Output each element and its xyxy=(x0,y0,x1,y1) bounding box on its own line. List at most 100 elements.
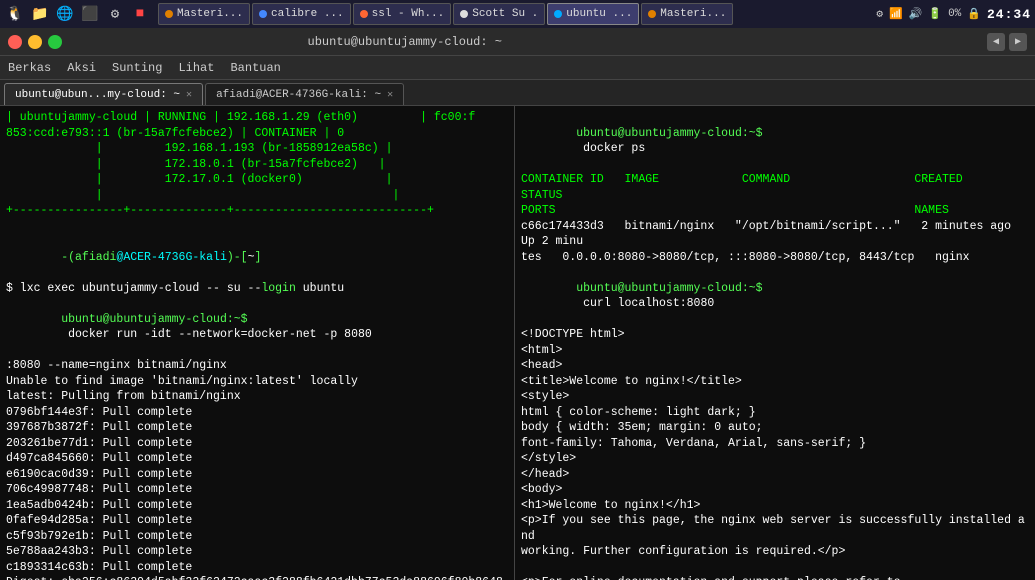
minimize-button[interactable] xyxy=(28,35,42,49)
next-button[interactable]: ▶ xyxy=(1009,33,1027,51)
left-line-latest: latest: Pulling from bitnami/nginx xyxy=(6,389,508,405)
taskbar-app-scott[interactable]: Scott Su . xyxy=(453,3,545,25)
tab-bar: ubuntu@ubun...my-cloud: ~ ✕ afiadi@ACER-… xyxy=(0,80,1035,106)
close-button[interactable] xyxy=(8,35,22,49)
menu-lihat[interactable]: Lihat xyxy=(178,61,214,75)
tab-ubuntu[interactable]: ubuntu@ubun...my-cloud: ~ ✕ xyxy=(4,83,203,105)
maximize-button[interactable] xyxy=(48,35,62,49)
right-doctype: <!DOCTYPE html> xyxy=(521,327,1029,343)
tab-ubuntu-label: ubuntu@ubun...my-cloud: ~ xyxy=(15,89,180,101)
red-icon[interactable]: ■ xyxy=(129,3,151,25)
left-line-pull-1: 0796bf144e3f: Pull complete xyxy=(6,405,508,421)
left-line-2: | 192.168.1.193 (br-1858912ea58c) | xyxy=(6,141,508,157)
right-style-open: <style> xyxy=(521,389,1029,405)
menu-bar: Berkas Aksi Sunting Lihat Bantuan xyxy=(0,56,1035,80)
bluetooth-icon: ⚙ xyxy=(876,7,883,21)
right-line-container2: tes 0.0.0.0:8080->8080/tcp, :::8080->808… xyxy=(521,250,1029,266)
settings-icon[interactable]: ⚙ xyxy=(104,3,126,25)
left-line-lxc: $ lxc exec ubuntujammy-cloud -- su --log… xyxy=(6,281,508,297)
prompt-kali-user: -(afiadi xyxy=(61,251,116,264)
right-line-header1: CONTAINER ID IMAGE COMMAND CREATED STATU… xyxy=(521,172,1029,203)
left-line-pull-6: 706c49987748: Pull complete xyxy=(6,482,508,498)
taskbar-app-ubuntu[interactable]: ubuntu ... xyxy=(547,3,639,25)
menu-sunting[interactable]: Sunting xyxy=(112,61,162,75)
left-line-7 xyxy=(6,219,508,235)
left-line-0: | ubuntujammy-cloud | RUNNING | 192.168.… xyxy=(6,110,508,126)
taskbar-app-masteri2[interactable]: Masteri... xyxy=(641,3,733,25)
left-line-pull-10: 5e788aa243b3: Pull complete xyxy=(6,544,508,560)
right-line-container1: c66c174433d3 bitnami/nginx "/opt/bitnami… xyxy=(521,219,1029,250)
left-line-pull-8: 0fafe94d285a: Pull complete xyxy=(6,513,508,529)
right-blank1 xyxy=(521,560,1029,576)
prev-button[interactable]: ◀ xyxy=(987,33,1005,51)
left-line-pull-2: 397687b3872f: Pull complete xyxy=(6,420,508,436)
taskbar-app-masteri1[interactable]: Masteri... xyxy=(158,3,250,25)
right-line-docker-ps: ubuntu@ubuntujammy-cloud:~$ docker ps xyxy=(521,110,1029,172)
prompt-kali-bracket: )-[ xyxy=(227,251,248,264)
lock-icon: 🔒 xyxy=(967,7,981,21)
left-line-6: +----------------+--------------+-------… xyxy=(6,203,508,219)
left-line-4: | 172.17.0.1 (docker0) | xyxy=(6,172,508,188)
right-prompt-1: ubuntu@ubuntujammy-cloud:~$ xyxy=(576,127,762,140)
terminal-icon[interactable]: ⬛ xyxy=(79,3,101,25)
prompt-kali-at: @ACER-4736G-kali xyxy=(116,251,226,264)
right-html-open: <html> xyxy=(521,343,1029,359)
taskbar-app-ssl[interactable]: ssl - Wh... xyxy=(353,3,452,25)
browser-icon[interactable]: 🌐 xyxy=(54,3,76,25)
left-line-1: 853:ccd:e793::1 (br-15a7fcfebce2) | CONT… xyxy=(6,126,508,142)
left-line-pull-7: 1ea5adb0424b: Pull complete xyxy=(6,498,508,514)
left-line-pull-9: c5f93b792e1b: Pull complete xyxy=(6,529,508,545)
left-line-3: | 172.18.0.1 (br-15a7fcfebce2) | xyxy=(6,157,508,173)
left-line-unable: Unable to find image 'bitnami/nginx:late… xyxy=(6,374,508,390)
right-line-curl-prompt: ubuntu@ubuntujammy-cloud:~$ curl localho… xyxy=(521,265,1029,327)
right-pane[interactable]: ubuntu@ubuntujammy-cloud:~$ docker ps CO… xyxy=(515,106,1035,580)
prompt-kali-close: ] xyxy=(254,251,261,264)
tab-ubuntu-close[interactable]: ✕ xyxy=(186,89,192,101)
taskbar-right: ⚙ 📶 🔊 🔋 0% 🔒 24:34 xyxy=(876,7,1031,22)
right-css3: font-family: Tahoma, Verdana, Arial, san… xyxy=(521,436,1029,452)
right-p2: <p>For online documentation and support … xyxy=(521,575,1029,580)
tab-afiadi[interactable]: afiadi@ACER-4736G-kali: ~ ✕ xyxy=(205,83,404,105)
taskbar-apps: Masteri... calibre ... ssl - Wh... Scott… xyxy=(158,3,733,25)
network-icon: 📶 xyxy=(889,7,903,21)
left-line-pull-5: e6190cac0d39: Pull complete xyxy=(6,467,508,483)
left-line-docker-run: ubuntu@ubuntujammy-cloud:~$ docker run -… xyxy=(6,296,508,358)
cmd-docker-run: docker run -idt --network=docker-net -p … xyxy=(61,328,372,341)
right-title: <title>Welcome to nginx!</title> xyxy=(521,374,1029,390)
right-h1: <h1>Welcome to nginx!</h1> xyxy=(521,498,1029,514)
right-head-close: </head> xyxy=(521,467,1029,483)
right-css1: html { color-scheme: light dark; } xyxy=(521,405,1029,421)
menu-aksi[interactable]: Aksi xyxy=(67,61,96,75)
right-line-header2: PORTS NAMES xyxy=(521,203,1029,219)
left-line-prompt-kali: -(afiadi@ACER-4736G-kali)-[~] xyxy=(6,234,508,281)
audio-icon: 🔊 xyxy=(909,7,923,21)
files-icon[interactable]: 📁 xyxy=(29,3,51,25)
battery-icon: 🔋 xyxy=(928,7,942,21)
right-cmd-1: docker ps xyxy=(576,142,645,155)
taskbar-app-calibre[interactable]: calibre ... xyxy=(252,3,351,25)
left-line-digest: Digest: sha256:c86394d5abf32f63472caac3f… xyxy=(6,575,508,580)
title-bar: ubuntu@ubuntujammy-cloud: ~ ◀ ▶ xyxy=(0,28,1035,56)
right-prompt-2: ubuntu@ubuntujammy-cloud:~$ xyxy=(576,282,762,295)
tab-afiadi-label: afiadi@ACER-4736G-kali: ~ xyxy=(216,89,381,101)
right-p1: <p>If you see this page, the nginx web s… xyxy=(521,513,1029,544)
taskbar: 🐧 📁 🌐 ⬛ ⚙ ■ Masteri... calibre ... ssl -… xyxy=(0,0,1035,28)
clock: 24:34 xyxy=(987,7,1031,22)
left-line-docker-run2: :8080 --name=nginx bitnami/nginx xyxy=(6,358,508,374)
right-style-close: </style> xyxy=(521,451,1029,467)
right-cmd-2: curl localhost:8080 xyxy=(576,297,714,310)
menu-berkas[interactable]: Berkas xyxy=(8,61,51,75)
terminal-content: | ubuntujammy-cloud | RUNNING | 192.168.… xyxy=(0,106,1035,580)
right-body-open: <body> xyxy=(521,482,1029,498)
left-line-pull-4: d497ca845660: Pull complete xyxy=(6,451,508,467)
terminal-window: ubuntu@ubuntujammy-cloud: ~ ◀ ▶ Berkas A… xyxy=(0,28,1035,580)
start-icon[interactable]: 🐧 xyxy=(4,3,26,25)
prompt-ubuntu-left: ubuntu@ubuntujammy-cloud:~$ xyxy=(61,313,247,326)
right-css2: body { width: 35em; margin: 0 auto; xyxy=(521,420,1029,436)
left-line-5: | | xyxy=(6,188,508,204)
tab-afiadi-close[interactable]: ✕ xyxy=(387,89,393,101)
menu-bantuan[interactable]: Bantuan xyxy=(230,61,280,75)
battery-percent: 0% xyxy=(948,8,961,20)
right-p1b: working. Further configuration is requir… xyxy=(521,544,1029,560)
left-pane[interactable]: | ubuntujammy-cloud | RUNNING | 192.168.… xyxy=(0,106,515,580)
